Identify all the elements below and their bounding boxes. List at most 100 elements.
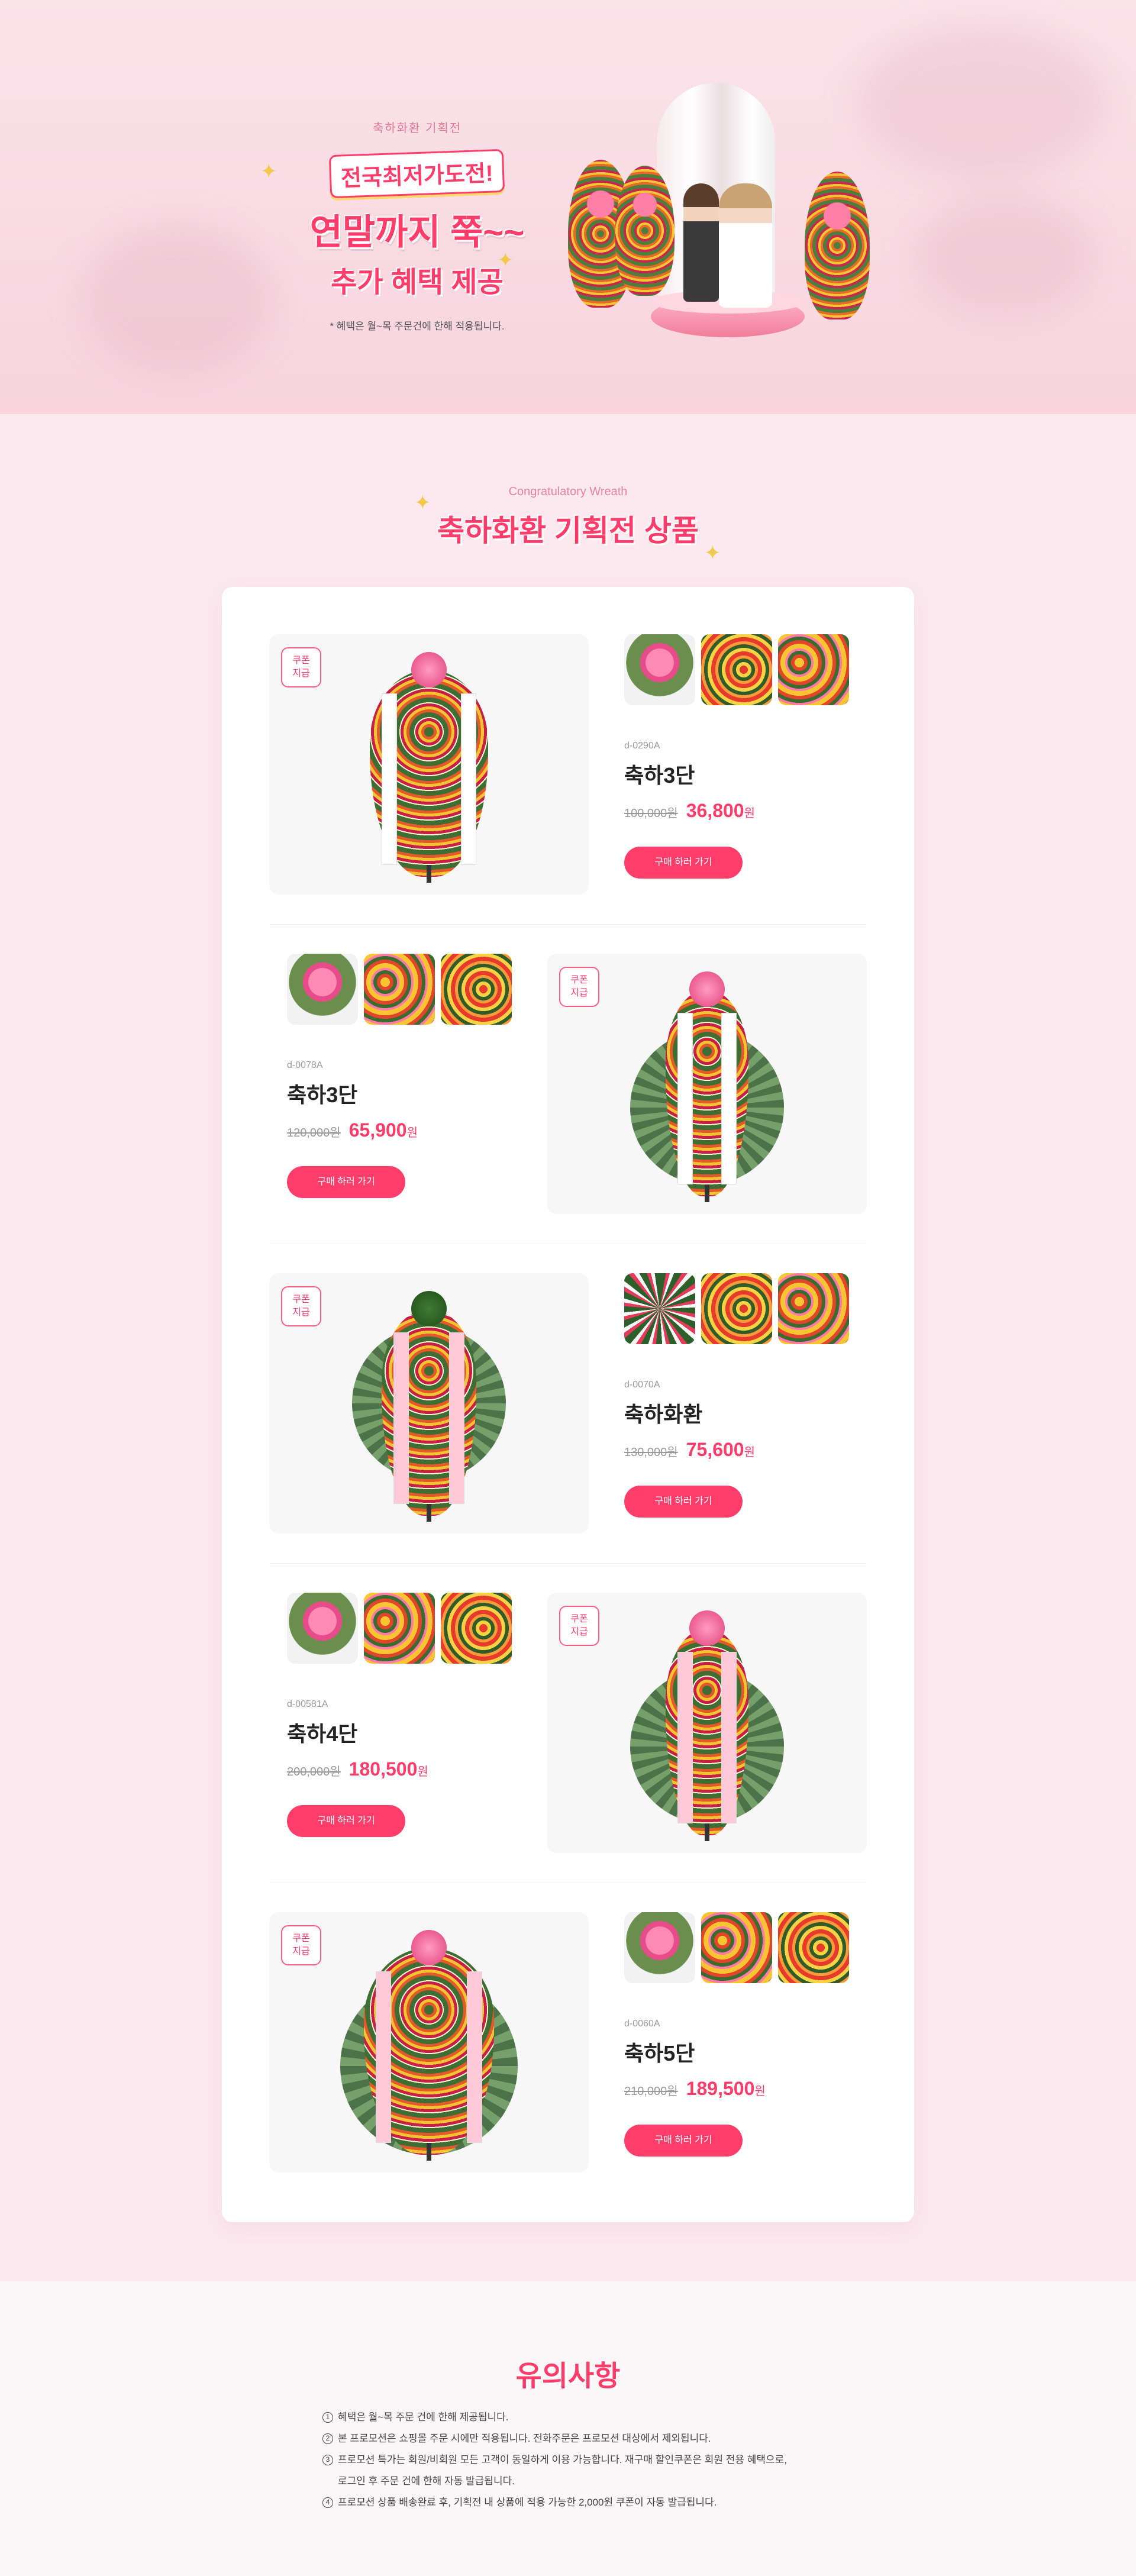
- product-info: d-0070A 축하화환 130,000원 75,600원 구매 하러 가기: [624, 1380, 755, 1518]
- sale-price: 189,500원: [686, 2078, 766, 2100]
- thumbnail-gallery: [287, 1593, 512, 1664]
- product-row: 쿠폰 지급 d-0060A 축하5단 210,000원 189,500원 구매 …: [269, 1912, 867, 2173]
- thumbnail-image[interactable]: [624, 1912, 695, 1983]
- leaf-shadow: [83, 225, 272, 373]
- product-name: 축하4단: [287, 1722, 358, 1746]
- price-unit: 원: [417, 1765, 428, 1778]
- notice-text: 프로모션 특가는 회원/비회원 모든 고객이 동일하게 이용 가능합니다. 재구…: [338, 2454, 788, 2487]
- hero-badge: 전국최저가도전!: [329, 149, 505, 199]
- thumbnail-gallery: [287, 954, 512, 1025]
- sale-price-value: 189,500: [686, 2078, 755, 2099]
- original-price: 120,000원: [287, 1126, 341, 1139]
- thumbnail-image[interactable]: [778, 1912, 849, 1983]
- original-price: 130,000원: [624, 1446, 678, 1459]
- section-header: Congratulatory Wreath 축하화환 기획전 상품: [0, 485, 1136, 550]
- section-title: 축하화환 기획전 상품: [437, 514, 699, 547]
- sparkle-icon: ✦: [414, 492, 431, 514]
- thumbnail-image[interactable]: [364, 954, 435, 1025]
- groom-figure: [683, 183, 719, 302]
- thumbnail-image[interactable]: [778, 634, 849, 705]
- sale-price: 65,900원: [349, 1119, 418, 1141]
- thumbnail-image[interactable]: [287, 1593, 358, 1664]
- thumbnail-gallery: [624, 1273, 849, 1344]
- hero-subtitle: 축하화환 기획전: [372, 122, 462, 135]
- product-main-image[interactable]: 쿠폰 지급: [547, 954, 867, 1214]
- original-price: 210,000원: [624, 2085, 678, 2098]
- buy-button[interactable]: 구매 하러 가기: [624, 2125, 743, 2157]
- product-code: d-0060A: [624, 2019, 660, 2029]
- divider: [269, 1563, 867, 1564]
- product-main-image[interactable]: 쿠폰 지급: [269, 1912, 589, 2173]
- notice-text: 본 프로모션은 쇼핑몰 주문 시에만 적용됩니다. 전화주문은 프로모션 대상에…: [338, 2433, 711, 2444]
- notice-item: 1 혜택은 월~목 주문 건에 한해 제공됩니다.: [322, 2407, 855, 2428]
- product-name: 축하3단: [624, 763, 695, 787]
- hero-illustration: [568, 71, 876, 349]
- product-main-image[interactable]: 쿠폰 지급: [269, 1273, 589, 1534]
- sparkle-icon: ✦: [704, 542, 721, 564]
- wreath-image: [352, 646, 506, 883]
- leaf-shadow: [917, 195, 1095, 314]
- thumbnail-image[interactable]: [364, 1593, 435, 1664]
- product-list-card: 쿠폰 지급 d-0290A 축하3단 100,000원 36,800원 구매 하…: [222, 587, 914, 2222]
- section-eng-title: Congratulatory Wreath: [508, 485, 628, 498]
- number-4-icon: 4: [322, 2497, 333, 2508]
- product-name: 축하화환: [624, 1402, 703, 1426]
- wreath-mini: [805, 172, 870, 319]
- hero-headline-2: 추가 혜택 제공: [331, 267, 504, 298]
- thumbnail-image[interactable]: [701, 1273, 772, 1344]
- thumbnail-image[interactable]: [624, 1273, 695, 1344]
- thumbnail-image[interactable]: [701, 634, 772, 705]
- price-unit: 원: [406, 1126, 418, 1139]
- divider: [269, 924, 867, 925]
- product-code: d-0070A: [624, 1380, 660, 1390]
- thumbnail-image[interactable]: [287, 954, 358, 1025]
- product-info: d-00581A 축하4단 200,000원 180,500원 구매 하러 가기: [287, 1699, 428, 1837]
- price-group: 100,000원 36,800원: [624, 800, 755, 822]
- hero-banner: 축하화환 기획전 전국최저가도전! 연말까지 쭉~~ 추가 혜택 제공 * 혜택…: [0, 0, 1136, 414]
- wreath-image: [340, 1924, 518, 2161]
- buy-button[interactable]: 구매 하러 가기: [287, 1805, 405, 1837]
- price-unit: 원: [744, 1446, 755, 1459]
- product-main-image[interactable]: 쿠폰 지급: [547, 1593, 867, 1853]
- product-name: 축하3단: [287, 1083, 358, 1107]
- page: 축하화환 기획전 전국최저가도전! 연말까지 쭉~~ 추가 혜택 제공 * 혜택…: [0, 0, 1136, 2576]
- notice-item: 3 프로모션 특가는 회원/비회원 모든 고객이 동일하게 이용 가능합니다. 재…: [322, 2449, 855, 2492]
- thumbnail-image[interactable]: [441, 954, 512, 1025]
- wreath-image: [352, 1285, 506, 1522]
- bride-figure: [719, 183, 772, 308]
- sparkle-icon: ✦: [497, 249, 514, 272]
- coupon-badge: 쿠폰 지급: [559, 1606, 599, 1646]
- buy-button[interactable]: 구매 하러 가기: [287, 1166, 405, 1198]
- sale-price-value: 65,900: [348, 1119, 407, 1141]
- thumbnail-gallery: [624, 634, 849, 705]
- product-main-image[interactable]: 쿠폰 지급: [269, 634, 589, 895]
- thumbnail-image[interactable]: [778, 1273, 849, 1344]
- sparkle-icon: ✦: [260, 160, 277, 183]
- wreath-image: [630, 1605, 784, 1841]
- wreath-mini: [615, 166, 674, 296]
- notice-title: 유의사항: [515, 2361, 621, 2392]
- notice-list: 1 혜택은 월~목 주문 건에 한해 제공됩니다. 2 본 프로모션은 쇼핑몰 주문…: [322, 2407, 855, 2513]
- hero-text: 축하화환 기획전 전국최저가도전! 연말까지 쭉~~ 추가 혜택 제공 * 혜택…: [254, 118, 580, 333]
- hero-note: * 혜택은 월~목 주문건에 한해 적용됩니다.: [330, 321, 505, 332]
- number-1-icon: 1: [322, 2412, 333, 2423]
- notice-section: 유의사항 1 혜택은 월~목 주문 건에 한해 제공됩니다. 2 본 프로모션은 쇼…: [0, 2281, 1136, 2576]
- number-3-icon: 3: [322, 2455, 333, 2465]
- sale-price-value: 180,500: [348, 1758, 418, 1780]
- notice-item: 2 본 프로모션은 쇼핑몰 주문 시에만 적용됩니다. 전화주문은 프로모션 대상…: [322, 2428, 855, 2449]
- wreath-image: [630, 966, 784, 1202]
- number-2-icon: 2: [322, 2433, 333, 2444]
- buy-button[interactable]: 구매 하러 가기: [624, 1486, 743, 1518]
- price-group: 130,000원 75,600원: [624, 1439, 755, 1461]
- product-code: d-0078A: [287, 1060, 323, 1070]
- product-row: d-0078A 축하3단 120,000원 65,900원 구매 하러 가기 쿠…: [269, 954, 867, 1214]
- buy-button[interactable]: 구매 하러 가기: [624, 847, 743, 879]
- sale-price-value: 75,600: [686, 1439, 744, 1460]
- sale-price: 180,500원: [349, 1758, 428, 1780]
- product-row: d-00581A 축하4단 200,000원 180,500원 구매 하러 가기…: [269, 1593, 867, 1853]
- product-info: d-0290A 축하3단 100,000원 36,800원 구매 하러 가기: [624, 741, 755, 879]
- thumbnail-image[interactable]: [624, 634, 695, 705]
- product-info: d-0078A 축하3단 120,000원 65,900원 구매 하러 가기: [287, 1060, 418, 1198]
- thumbnail-image[interactable]: [701, 1912, 772, 1983]
- thumbnail-image[interactable]: [441, 1593, 512, 1664]
